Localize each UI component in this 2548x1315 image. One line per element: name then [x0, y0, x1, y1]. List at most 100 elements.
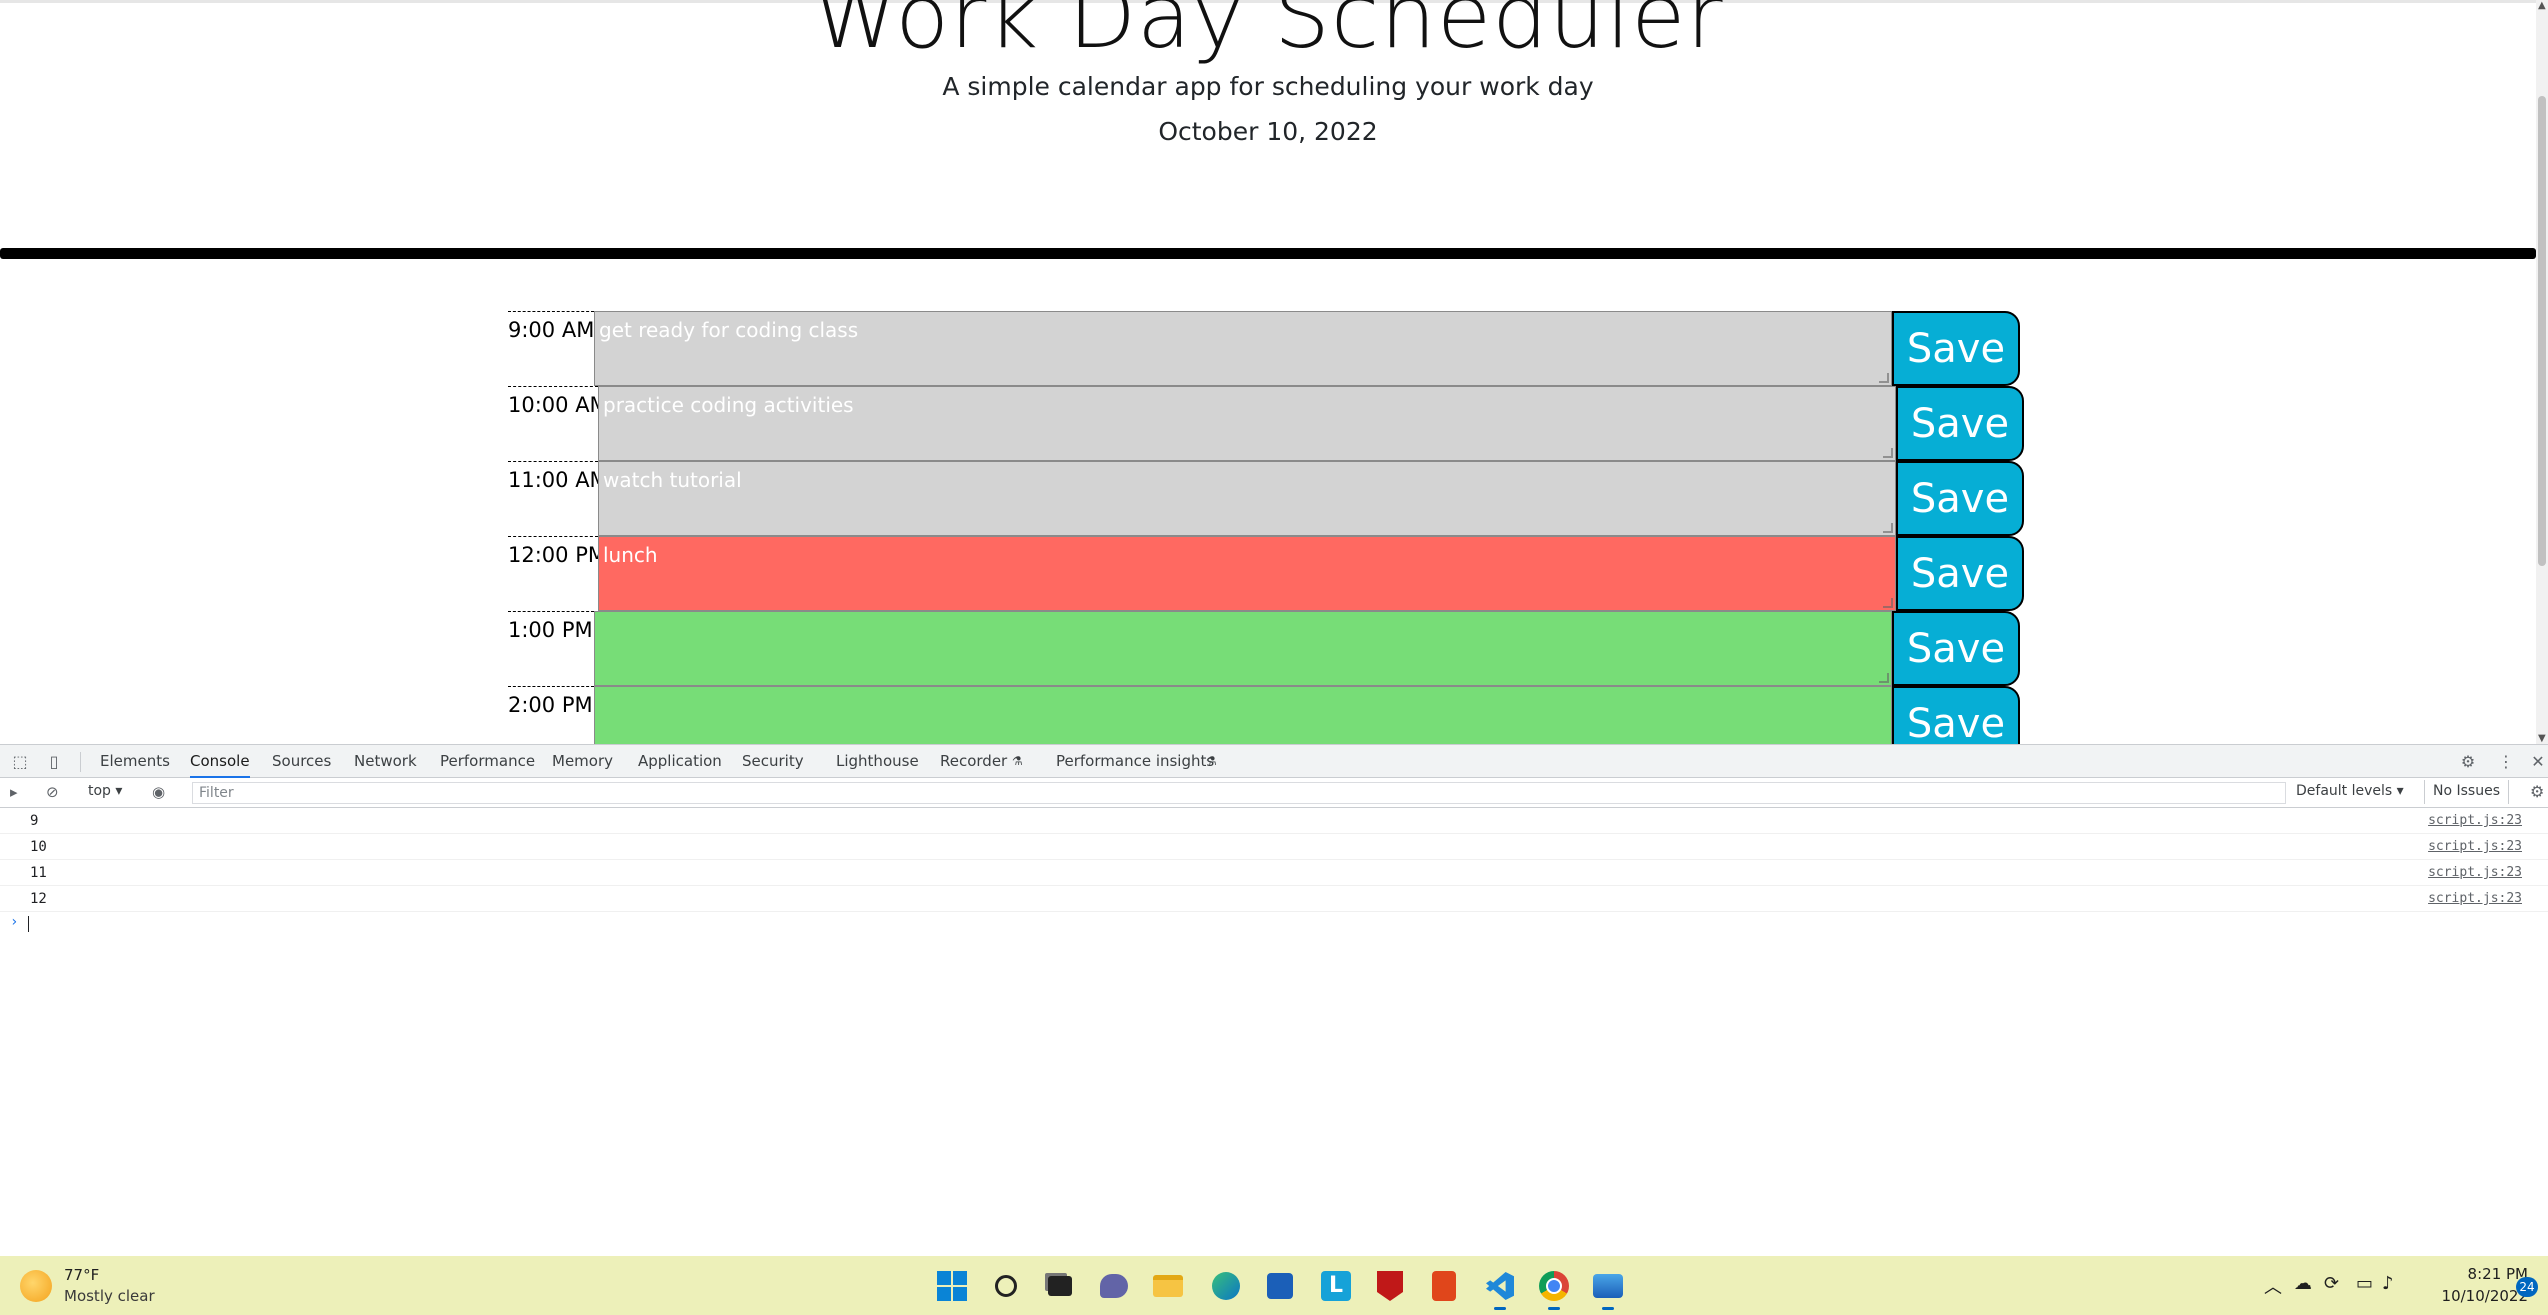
current-day: October 10, 2022	[1158, 117, 1378, 146]
console-settings-gear-icon[interactable]: ⚙	[2530, 782, 2544, 801]
hour-label: 11:00 AM	[508, 461, 608, 536]
volume-icon[interactable]: ♪	[2382, 1273, 2394, 1294]
log-levels-dropdown[interactable]: Default levels ▾	[2296, 783, 2404, 799]
mcafee-icon[interactable]	[1372, 1268, 1408, 1304]
cloud-sync-icon[interactable]: ⟳	[2324, 1273, 2339, 1294]
scroll-up-icon[interactable]: ▲	[2538, 0, 2546, 11]
description-textarea[interactable]	[594, 686, 1892, 744]
tab-console[interactable]: Console	[190, 745, 250, 778]
console-log-source-link[interactable]: script.js:23	[2428, 865, 2522, 880]
windows-start-icon-glyph	[953, 1271, 967, 1285]
scroll-thumb[interactable]	[2538, 96, 2546, 566]
microsoft-store-icon-glyph	[1267, 1273, 1293, 1299]
edge-icon[interactable]	[1208, 1268, 1244, 1304]
clock-time[interactable]: 8:21 PM	[2428, 1265, 2528, 1283]
description-textarea[interactable]	[594, 611, 1892, 686]
tab-application[interactable]: Application	[638, 745, 722, 778]
tab-memory[interactable]: Memory	[552, 745, 613, 778]
description-textarea[interactable]: get ready for coding class	[594, 311, 1892, 386]
live-expression-eye-icon[interactable]: ◉	[152, 783, 165, 801]
resize-grip-icon[interactable]	[1879, 673, 1889, 683]
close-devtools-icon[interactable]: ✕	[2528, 752, 2548, 772]
office-icon-glyph	[1432, 1271, 1456, 1301]
settings-gear-icon[interactable]: ⚙	[2458, 752, 2478, 772]
console-log-source-link[interactable]: script.js:23	[2428, 891, 2522, 906]
time-block-row: 9:00 AM get ready for coding class Save	[508, 311, 2020, 386]
show-hidden-icons-chevron-icon[interactable]: ︿	[2264, 1273, 2282, 1299]
description-textarea[interactable]: watch tutorial	[598, 461, 1896, 536]
scroll-down-icon[interactable]: ▼	[2538, 733, 2546, 744]
windows-start-icon-glyph	[937, 1271, 951, 1285]
weather-temperature[interactable]: 77°F	[64, 1266, 99, 1284]
taskbar: 77°F Mostly clear L ︿ ☁ ⟳ ▭ ♪ 8:21 PM 10…	[0, 1256, 2548, 1315]
file-explorer-icon[interactable]	[1150, 1268, 1186, 1304]
tab-security[interactable]: Security	[742, 745, 804, 778]
save-button[interactable]: Save	[1892, 611, 2020, 686]
devtools-tabbar: ⬚ ▯ Elements Console Sources Network Perform…	[0, 745, 2548, 778]
clock-date[interactable]: 10/10/2022	[2418, 1287, 2528, 1305]
resize-grip-icon[interactable]	[1883, 448, 1893, 458]
console-filter-input[interactable]	[192, 782, 2286, 804]
task-view-icon[interactable]	[1042, 1268, 1078, 1304]
screen: Work Day Scheduler A simple calendar app…	[0, 0, 2548, 1315]
console-log-source-link[interactable]: script.js:23	[2428, 813, 2522, 828]
inspect-element-icon[interactable]: ⬚	[10, 752, 30, 772]
edge-icon-glyph	[1212, 1272, 1240, 1300]
console-log-value: 10	[30, 839, 47, 855]
tab-recorder[interactable]: Recorder	[940, 745, 1007, 778]
log-levels-label: Default levels	[2296, 783, 2393, 799]
save-button[interactable]: Save	[1896, 536, 2024, 611]
l-app-icon[interactable]: L	[1318, 1268, 1354, 1304]
tab-performance-insights[interactable]: Performance insights	[1056, 745, 1214, 778]
more-options-icon[interactable]: ⋮	[2496, 752, 2516, 772]
hour-label: 10:00 AM	[508, 386, 608, 461]
search-icon[interactable]	[988, 1268, 1024, 1304]
notification-count-badge[interactable]: 24	[2516, 1277, 2538, 1297]
microsoft-store-icon[interactable]	[1262, 1268, 1298, 1304]
description-textarea[interactable]: lunch	[598, 536, 1896, 611]
weather-moon-icon[interactable]	[20, 1270, 52, 1302]
teams-chat-icon[interactable]	[1096, 1268, 1132, 1304]
save-button[interactable]: Save	[1892, 686, 2020, 744]
l-app-icon-glyph: L	[1321, 1271, 1351, 1301]
console-log-value: 12	[30, 891, 47, 907]
tab-network[interactable]: Network	[354, 745, 417, 778]
chrome-icon-glyph	[1546, 1278, 1562, 1294]
weather-description[interactable]: Mostly clear	[64, 1287, 155, 1305]
windows-start-icon[interactable]	[934, 1268, 970, 1304]
console-output: 9 script.js:23 10 script.js:23 11 script.js:2…	[0, 808, 2548, 1257]
console-log-source-link[interactable]: script.js:23	[2428, 839, 2522, 854]
device-toolbar-icon[interactable]: ▯	[44, 752, 64, 772]
resize-grip-icon[interactable]	[1883, 523, 1893, 533]
vs-code-icon[interactable]	[1482, 1268, 1518, 1310]
save-button[interactable]: Save	[1896, 386, 2024, 461]
resize-grip-icon[interactable]	[1883, 598, 1893, 608]
description-textarea[interactable]: practice coding activities	[598, 386, 1896, 461]
tab-elements[interactable]: Elements	[100, 745, 170, 778]
sidebar-toggle-icon[interactable]: ▸	[10, 783, 18, 801]
hour-label: 1:00 PM	[508, 611, 594, 686]
console-input-caret[interactable]	[28, 916, 29, 932]
resize-grip-icon[interactable]	[1879, 373, 1889, 383]
console-log-value: 9	[30, 813, 39, 829]
save-button[interactable]: Save	[1892, 311, 2020, 386]
console-log-line: 12 script.js:23	[0, 886, 2548, 912]
mcafee-icon-glyph	[1377, 1271, 1403, 1301]
tab-lighthouse[interactable]: Lighthouse	[836, 745, 919, 778]
photos-icon[interactable]	[1590, 1268, 1626, 1310]
network-icon[interactable]: ▭	[2356, 1273, 2373, 1294]
file-explorer-icon-glyph	[1153, 1275, 1183, 1297]
time-block-row: 2:00 PM Save	[508, 686, 2020, 744]
office-icon[interactable]	[1426, 1268, 1462, 1304]
time-block-row: 10:00 AM practice coding activities Save	[508, 386, 2024, 461]
context-select[interactable]: top ▾	[88, 783, 122, 799]
cloud-sync-error-icon[interactable]: ☁	[2294, 1273, 2312, 1294]
save-button[interactable]: Save	[1896, 461, 2024, 536]
chrome-icon[interactable]	[1536, 1268, 1572, 1310]
issues-button[interactable]: No Issues	[2424, 780, 2509, 804]
page-scrollbar[interactable]: ▲ ▼	[2536, 0, 2548, 744]
clear-console-icon[interactable]: ⊘	[46, 783, 59, 801]
tab-performance[interactable]: Performance	[440, 745, 535, 778]
photos-icon-glyph	[1593, 1274, 1623, 1298]
tab-sources[interactable]: Sources	[272, 745, 331, 778]
